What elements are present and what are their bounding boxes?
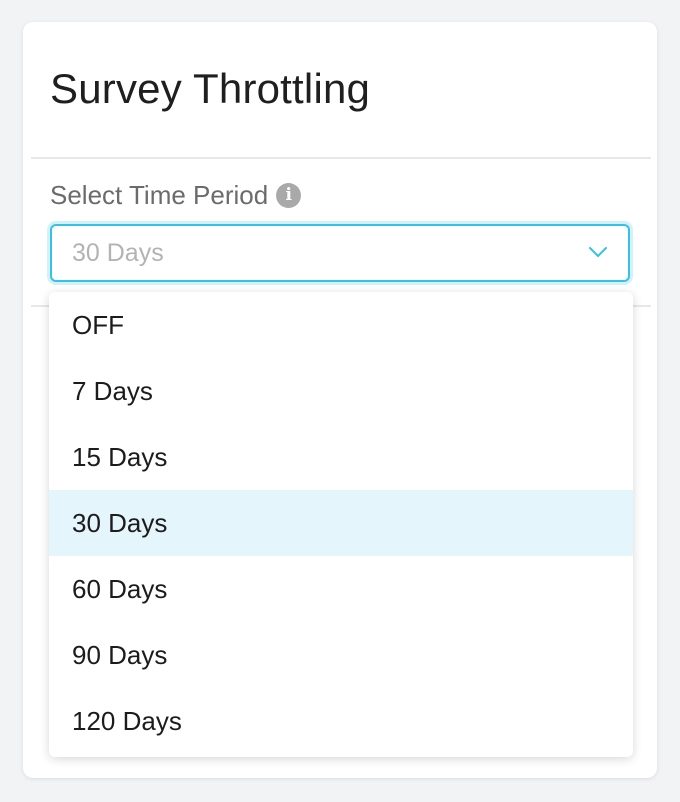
field-label: Select Time Period	[50, 180, 269, 210]
title-divider	[31, 157, 651, 159]
dropdown-option-60-days[interactable]: 60 Days	[49, 556, 633, 622]
dropdown-option-off[interactable]: OFF	[49, 292, 633, 358]
settings-card: Survey Throttling Select Time Period i 3…	[23, 22, 657, 778]
select-value: 30 Days	[72, 239, 164, 267]
card-title: Survey Throttling	[50, 65, 371, 112]
dropdown-option-30-days[interactable]: 30 Days	[49, 490, 633, 556]
time-period-dropdown: OFF 7 Days 15 Days 30 Days 60 Days 90 Da…	[49, 292, 633, 757]
dropdown-option-7-days[interactable]: 7 Days	[49, 358, 633, 424]
field-label-row: Select Time Period i	[50, 180, 302, 210]
dropdown-option-120-days[interactable]: 120 Days	[49, 688, 633, 754]
dropdown-option-90-days[interactable]: 90 Days	[49, 622, 633, 688]
chevron-down-icon[interactable]	[588, 244, 608, 260]
info-icon[interactable]: i	[276, 182, 302, 208]
dropdown-option-15-days[interactable]: 15 Days	[49, 424, 633, 490]
time-period-select[interactable]: 30 Days	[50, 224, 630, 282]
